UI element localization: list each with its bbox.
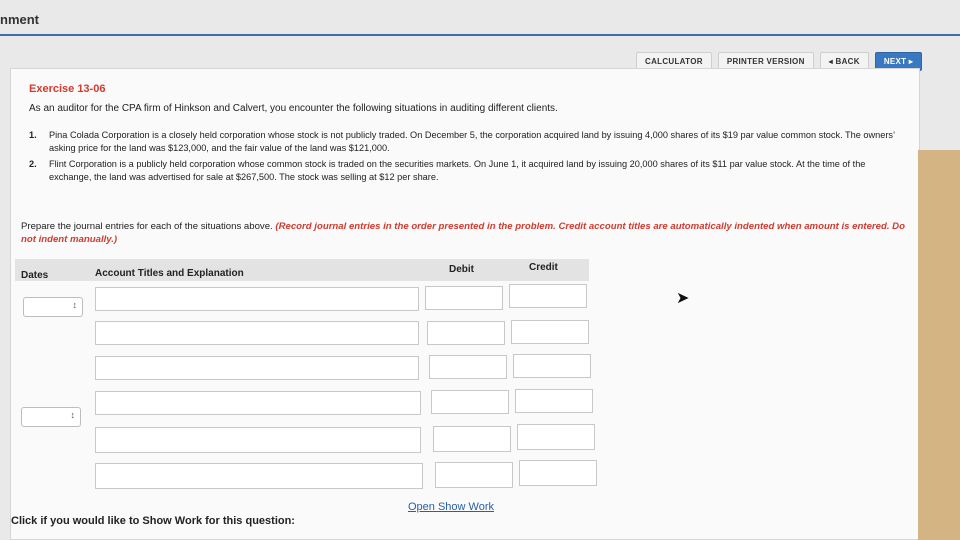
account-input[interactable] bbox=[95, 287, 419, 311]
credit-input[interactable] bbox=[513, 354, 591, 378]
item-text: Flint Corporation is a publicly held cor… bbox=[49, 159, 866, 182]
credit-input[interactable] bbox=[515, 389, 593, 413]
date-select[interactable]: ↕ bbox=[23, 297, 83, 317]
account-input[interactable] bbox=[95, 321, 419, 345]
background-edge bbox=[918, 150, 960, 540]
debit-header: Debit bbox=[449, 264, 474, 275]
credit-input[interactable] bbox=[509, 284, 587, 308]
credit-header: Credit bbox=[529, 262, 558, 273]
exercise-intro: As an auditor for the CPA firm of Hinkso… bbox=[29, 103, 558, 114]
debit-input[interactable] bbox=[435, 462, 513, 488]
debit-input[interactable] bbox=[429, 355, 507, 379]
account-input[interactable] bbox=[95, 391, 421, 415]
show-work-prompt: Click if you would like to Show Work for… bbox=[11, 515, 295, 527]
updown-icon: ↕ bbox=[72, 300, 78, 310]
debit-input[interactable] bbox=[425, 286, 503, 310]
open-show-work-link[interactable]: Open Show Work bbox=[408, 501, 494, 513]
credit-input[interactable] bbox=[511, 320, 589, 344]
header-divider bbox=[0, 34, 960, 36]
account-header: Account Titles and Explanation bbox=[95, 268, 244, 279]
question-panel: Exercise 13-06 As an auditor for the CPA… bbox=[10, 68, 920, 540]
credit-input[interactable] bbox=[519, 460, 597, 486]
debit-input[interactable] bbox=[433, 426, 511, 452]
credit-input[interactable] bbox=[517, 424, 595, 450]
updown-icon: ↕ bbox=[70, 410, 76, 420]
account-input[interactable] bbox=[95, 356, 419, 380]
date-select[interactable]: ↕ bbox=[21, 407, 81, 427]
dates-header: Dates bbox=[21, 270, 49, 281]
list-item: 2. Flint Corporation is a publicly held … bbox=[29, 158, 909, 183]
item-text: Pina Colada Corporation is a closely hel… bbox=[49, 130, 895, 153]
item-number: 1. bbox=[29, 130, 37, 140]
exercise-title: Exercise 13-06 bbox=[29, 83, 106, 95]
debit-input[interactable] bbox=[431, 390, 509, 414]
situation-list: 1. Pina Colada Corporation is a closely … bbox=[29, 129, 909, 187]
account-input[interactable] bbox=[95, 427, 421, 453]
instruction-text: Prepare the journal entries for each of … bbox=[21, 221, 911, 246]
app-title: nment bbox=[0, 12, 39, 27]
instruction-plain: Prepare the journal entries for each of … bbox=[21, 221, 276, 232]
debit-input[interactable] bbox=[427, 321, 505, 345]
item-number: 2. bbox=[29, 159, 37, 169]
list-item: 1. Pina Colada Corporation is a closely … bbox=[29, 129, 909, 154]
mouse-pointer-icon: ➤ bbox=[676, 290, 690, 307]
account-input[interactable] bbox=[95, 463, 423, 489]
